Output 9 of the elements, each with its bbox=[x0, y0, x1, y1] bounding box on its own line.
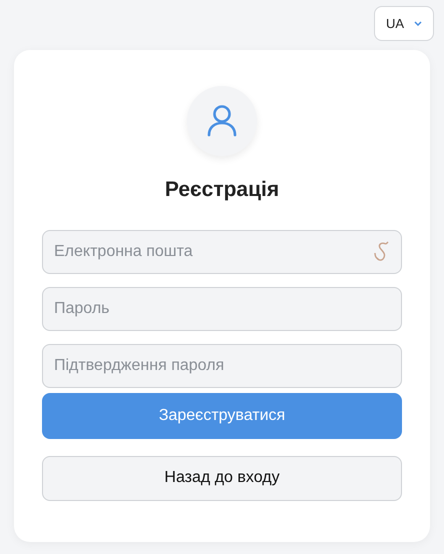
chevron-down-icon bbox=[414, 21, 422, 26]
autofill-icon[interactable] bbox=[373, 240, 391, 262]
input-field[interactable]: Підтвердження пароля bbox=[42, 344, 402, 388]
user-icon bbox=[207, 105, 237, 137]
form-title: Реєстрація bbox=[164, 177, 280, 203]
input-field[interactable]: Електронна пошта bbox=[42, 230, 402, 274]
language-select[interactable]: UA bbox=[374, 6, 434, 41]
input-field[interactable]: Пароль bbox=[42, 286, 402, 330]
back-to-login-button[interactable]: Назад до входу bbox=[42, 456, 402, 500]
